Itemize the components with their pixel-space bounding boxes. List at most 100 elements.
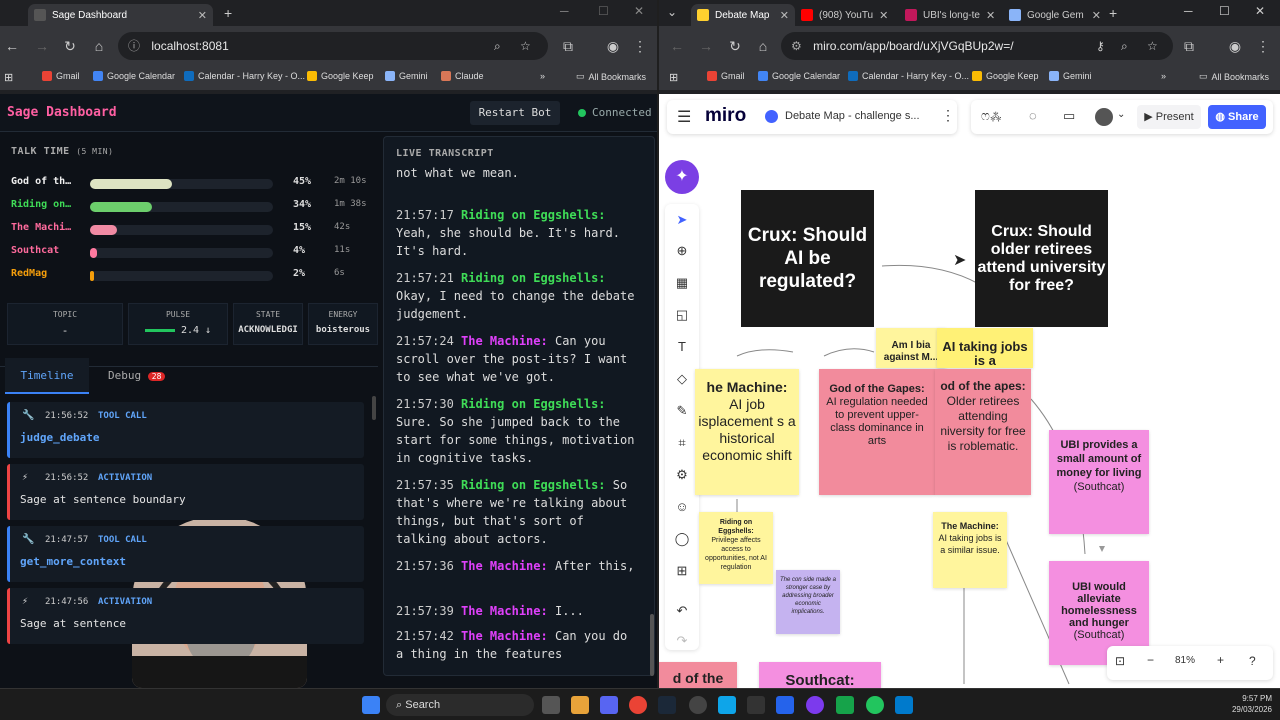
sticky-note[interactable]: Southcat: (759, 662, 881, 688)
forward-icon[interactable]: → (32, 36, 52, 56)
discord-icon[interactable] (600, 696, 618, 714)
vscode-icon[interactable] (895, 696, 913, 714)
key-icon[interactable]: ⚷ (1096, 32, 1105, 60)
forward-icon[interactable]: → (696, 36, 716, 56)
obs-icon[interactable] (806, 696, 824, 714)
sticky-note[interactable]: Riding on Eggshells: Privilege affects ac… (699, 512, 773, 584)
close-icon[interactable]: ✕ (1086, 9, 1101, 22)
powershell-icon[interactable] (776, 696, 794, 714)
close-window-button[interactable]: ✕ (634, 4, 644, 18)
timeline-tool-call[interactable]: 🔧 21:47:57 TOOL CALL get_more_context (7, 526, 364, 582)
zoom-out-button[interactable]: − (1147, 653, 1154, 667)
close-icon[interactable]: ✕ (192, 9, 207, 22)
sticky-note[interactable]: od of the apes: Older retirees attending… (935, 369, 1031, 495)
clock[interactable]: 9:57 PM 29/03/2026 (1222, 694, 1272, 714)
zoom-icon[interactable]: ⌕ (494, 32, 501, 60)
bookmark-claude[interactable]: Claude (441, 71, 484, 81)
reload-icon[interactable]: ↻ (60, 36, 80, 56)
steam-icon[interactable] (658, 696, 676, 714)
app-icon[interactable] (866, 696, 884, 714)
minimize-button[interactable]: ─ (560, 4, 569, 18)
chrome-icon[interactable] (629, 696, 647, 714)
new-tab-button[interactable]: + (224, 5, 232, 21)
app-icon[interactable] (836, 696, 854, 714)
start-icon[interactable] (362, 696, 380, 714)
reload-icon[interactable]: ↻ (725, 36, 745, 56)
zoom-level[interactable]: 81% (1175, 655, 1195, 666)
tab-youtube[interactable]: (908) YouTu ✕ (795, 4, 891, 26)
sticky-note[interactable]: God of the Gapes: AI regulation needed t… (819, 369, 935, 495)
bookmark-outlook[interactable]: Calendar - Harry Key - O... (848, 71, 969, 81)
profile-icon[interactable]: ◉ (603, 36, 623, 56)
sticky-note[interactable]: he Machine: AI job isplacement s a histor… (695, 369, 799, 495)
restart-bot-button[interactable]: Restart Bot (470, 101, 560, 125)
task-view-icon[interactable] (542, 696, 560, 714)
tab-ubi[interactable]: UBI's long-te ✕ (899, 4, 995, 26)
timeline-activation[interactable]: ⚡ 21:47:56 ACTIVATION Sage at sentence (7, 588, 364, 644)
tab-gemini[interactable]: Google Gem ✕ (1003, 4, 1107, 26)
timeline-tool-call[interactable]: 🔧 21:56:52 TOOL CALL judge_debate (7, 402, 364, 458)
menu-icon[interactable]: ⋮ (630, 36, 650, 56)
file-explorer-icon[interactable] (571, 696, 589, 714)
more-bookmarks-icon[interactable]: » (540, 71, 545, 81)
more-bookmarks-icon[interactable]: » (1161, 71, 1166, 81)
taskbar-search[interactable]: ⌕ Search (386, 694, 534, 716)
home-icon[interactable]: ⌂ (89, 36, 109, 56)
new-tab-button[interactable]: + (1109, 5, 1117, 21)
star-icon[interactable]: ☆ (520, 32, 531, 60)
timeline-scrollbar[interactable] (372, 396, 376, 420)
all-bookmarks[interactable]: ▭ All Bookmarks (1199, 71, 1269, 82)
maximize-button[interactable]: ☐ (1219, 4, 1230, 18)
bookmark-gmail[interactable]: Gmail (707, 71, 745, 81)
apps-icon[interactable]: ⊞ (669, 71, 678, 84)
sticky-note[interactable]: d of the (659, 662, 737, 688)
tab-debate-map[interactable]: Debate Map ✕ (691, 4, 795, 26)
terminal-icon[interactable] (747, 696, 765, 714)
close-icon[interactable]: ✕ (980, 9, 995, 22)
menu-icon[interactable]: ⋮ (1253, 36, 1273, 56)
sticky-note[interactable]: AI taking jobs is a (937, 328, 1033, 368)
close-icon[interactable]: ✕ (774, 9, 789, 22)
back-icon[interactable]: ← (2, 36, 22, 56)
maximize-button[interactable]: ☐ (598, 4, 609, 18)
bookmark-keep[interactable]: Google Keep (972, 71, 1039, 81)
minimize-button[interactable]: ─ (1184, 4, 1193, 18)
profile-icon[interactable]: ◉ (1225, 36, 1245, 56)
sticky-note[interactable]: The con side made a stronger case by add… (776, 570, 840, 634)
bookmark-gmail[interactable]: Gmail (42, 71, 80, 81)
bookmark-keep[interactable]: Google Keep (307, 71, 374, 81)
help-icon[interactable]: ? (1249, 654, 1256, 668)
extensions-icon[interactable]: ⧉ (558, 36, 578, 56)
tab-sage-dashboard[interactable]: Sage Dashboard ✕ (28, 4, 213, 26)
transcript-scrollbar[interactable] (650, 614, 654, 676)
address-bar[interactable]: ⓘ localhost:8081 ⌕ ☆ (118, 32, 548, 60)
close-icon[interactable]: ✕ (873, 9, 888, 22)
address-bar[interactable]: ⚙ miro.com/app/board/uXjVGqBUp2w=/ ⚷ ⌕ ☆ (781, 32, 1173, 60)
extensions-icon[interactable]: ⧉ (1179, 36, 1199, 56)
zoom-icon[interactable]: ⌕ (1121, 32, 1128, 60)
back-icon[interactable]: ← (667, 36, 687, 56)
sticky-note[interactable]: The Machine: AI taking jobs is a similar… (933, 512, 1007, 588)
tab-search-icon[interactable]: ⌄ (667, 5, 677, 19)
home-icon[interactable]: ⌂ (753, 36, 773, 56)
apps-icon[interactable]: ⊞ (4, 71, 13, 84)
tab-timeline[interactable]: Timeline (5, 358, 89, 394)
star-icon[interactable]: ☆ (1147, 32, 1158, 60)
crux-card-ai[interactable]: Crux: Should AI be regulated? (741, 190, 874, 327)
bookmark-gemini[interactable]: Gemini (385, 71, 428, 81)
bookmark-calendar[interactable]: Google Calendar (93, 71, 175, 81)
fit-screen-icon[interactable]: ⊡ (1115, 654, 1125, 668)
crux-card-retirees[interactable]: Crux: Should older retirees attend unive… (975, 190, 1108, 327)
zoom-in-button[interactable]: + (1217, 653, 1224, 667)
bookmark-gemini[interactable]: Gemini (1049, 71, 1092, 81)
timeline-activation[interactable]: ⚡ 21:56:52 ACTIVATION Sage at sentence boun… (7, 464, 364, 520)
close-window-button[interactable]: ✕ (1255, 4, 1265, 18)
bookmark-outlook[interactable]: Calendar - Harry Key - O... (184, 71, 305, 81)
sticky-note[interactable]: Am I bia against M... (876, 328, 946, 368)
tab-debug[interactable]: Debug 28 (108, 369, 166, 382)
sticky-note[interactable]: UBI provides a small amount of money for… (1049, 430, 1149, 534)
app-icon[interactable] (689, 696, 707, 714)
all-bookmarks[interactable]: ▭ All Bookmarks (576, 71, 646, 82)
bookmark-calendar[interactable]: Google Calendar (758, 71, 840, 81)
notes-icon[interactable] (718, 696, 736, 714)
